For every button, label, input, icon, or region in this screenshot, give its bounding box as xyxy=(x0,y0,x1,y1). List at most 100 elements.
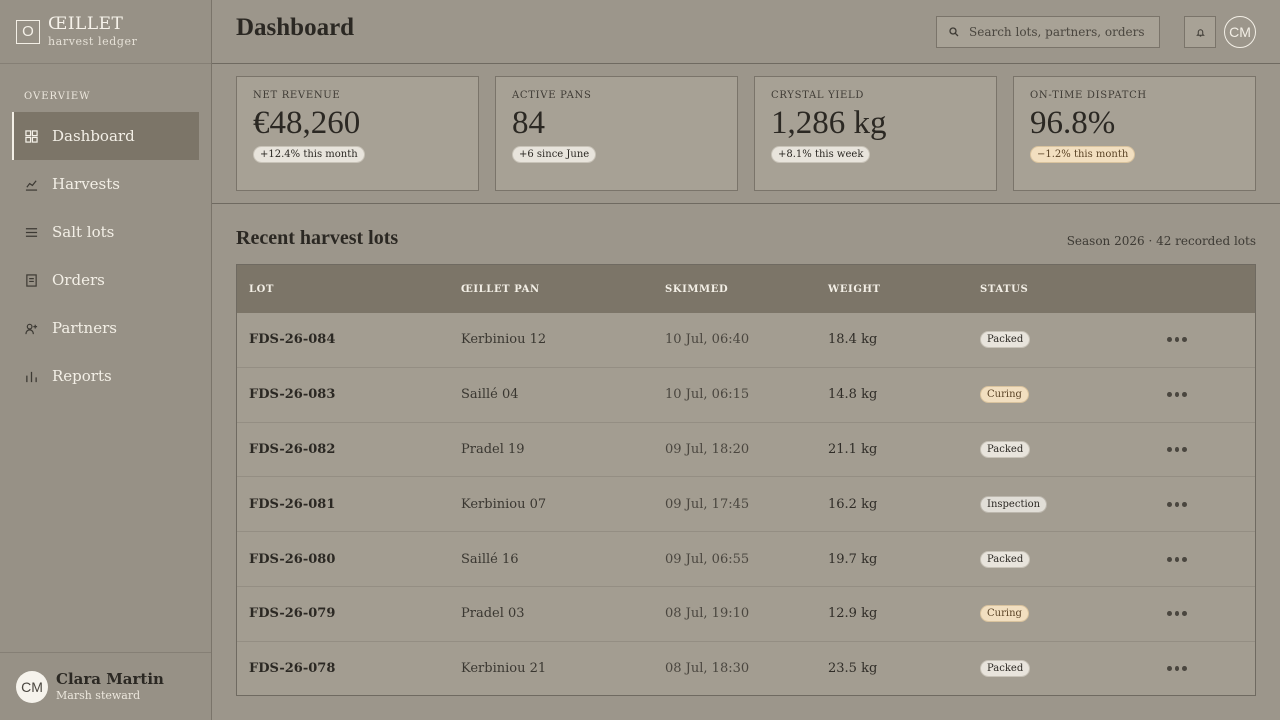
status-badge: Packed xyxy=(980,660,1031,678)
more-options-icon[interactable] xyxy=(1163,388,1191,401)
status-cell: Curing xyxy=(980,605,1163,623)
brand[interactable]: O ŒILLET harvest ledger xyxy=(0,0,211,64)
skimmed-time: 09 Jul, 17:45 xyxy=(665,496,750,512)
kpi-delta-badge: −1.2% this month xyxy=(1030,146,1136,163)
harvest-lots-table: LOT ŒILLET PAN SKIMMED WEIGHT STATUS FDS… xyxy=(236,264,1256,696)
table-row[interactable]: FDS-26-083 Saillé 04 10 Jul, 06:15 14.8 kg C… xyxy=(237,368,1255,423)
pan-name: Kerbiniou 07 xyxy=(461,496,547,512)
sidebar: O ŒILLET harvest ledger OVERVIEW Dashboa… xyxy=(0,0,212,720)
kpi-label: CRYSTAL YIELD xyxy=(771,90,865,101)
lot-id[interactable]: FDS-26-083 xyxy=(237,387,461,402)
pan-name: Saillé 04 xyxy=(461,387,519,403)
weight: 12.9 kg xyxy=(828,606,878,622)
user-role: Marsh steward xyxy=(56,688,141,702)
table-row[interactable]: FDS-26-081 Kerbiniou 07 09 Jul, 17:45 16.2 … xyxy=(237,477,1255,533)
sidebar-item-label: Reports xyxy=(52,367,112,385)
table-row[interactable]: FDS-26-084 Kerbiniou 12 10 Jul, 06:40 18.4 … xyxy=(237,313,1255,368)
weight: 16.2 kg xyxy=(828,496,878,512)
more-options-icon[interactable] xyxy=(1163,553,1191,566)
lot-id[interactable]: FDS-26-084 xyxy=(237,332,461,347)
weight: 23.5 kg xyxy=(828,661,878,677)
weight: 19.7 kg xyxy=(828,551,878,567)
more-options-icon[interactable] xyxy=(1163,662,1191,675)
search-input[interactable] xyxy=(969,25,1149,39)
user-profile[interactable]: CM Clara Martin Marsh steward xyxy=(0,652,211,720)
kpi-card-crystal-yield[interactable]: CRYSTAL YIELD 1,286 kg +8.1% this week xyxy=(754,76,997,191)
lot-id[interactable]: FDS-26-078 xyxy=(237,661,461,676)
kpi-label: NET REVENUE xyxy=(253,90,341,101)
sidebar-nav: Dashboard Harvests Salt lots Orders Part… xyxy=(12,112,199,400)
search-icon xyxy=(949,27,959,37)
status-cell: Packed xyxy=(980,660,1163,678)
notifications-button[interactable] xyxy=(1184,16,1216,48)
kpi-value: 1,286 kg xyxy=(771,105,887,141)
status-cell: Packed xyxy=(980,550,1163,568)
trend-chart-icon xyxy=(24,177,38,191)
table-row[interactable]: FDS-26-082 Pradel 19 09 Jul, 18:20 21.1 kg P… xyxy=(237,423,1255,478)
kpi-card-net-revenue[interactable]: NET REVENUE €48,260 +12.4% this month xyxy=(236,76,479,191)
sidebar-item-label: Harvests xyxy=(52,175,120,193)
column-header-skimmed[interactable]: SKIMMED xyxy=(665,284,828,295)
column-header-pan[interactable]: ŒILLET PAN xyxy=(461,284,665,295)
status-badge: Curing xyxy=(980,605,1029,623)
sidebar-item-orders[interactable]: Orders xyxy=(12,256,199,304)
table-body: FDS-26-084 Kerbiniou 12 10 Jul, 06:40 18.4 … xyxy=(237,313,1255,695)
user-name: Clara Martin xyxy=(56,669,164,688)
sidebar-item-salt-lots[interactable]: Salt lots xyxy=(12,208,199,256)
lot-id[interactable]: FDS-26-080 xyxy=(237,552,461,567)
status-badge: Packed xyxy=(980,440,1031,458)
table-row[interactable]: FDS-26-079 Pradel 03 08 Jul, 19:10 12.9 kg C… xyxy=(237,587,1255,642)
skimmed-time: 09 Jul, 06:55 xyxy=(665,551,750,567)
skimmed-time: 09 Jul, 18:20 xyxy=(665,441,750,457)
status-badge: Curing xyxy=(980,386,1029,404)
column-header-weight[interactable]: WEIGHT xyxy=(828,284,980,295)
more-options-icon[interactable] xyxy=(1163,443,1191,456)
kpi-delta-badge: +12.4% this month xyxy=(253,146,365,163)
kpi-value: 96.8% xyxy=(1030,105,1116,141)
more-options-icon[interactable] xyxy=(1163,607,1191,620)
status-cell: Inspection xyxy=(980,495,1163,513)
pan-name: Saillé 16 xyxy=(461,551,519,567)
status-badge: Inspection xyxy=(980,495,1048,513)
status-cell: Packed xyxy=(980,440,1163,458)
lot-id[interactable]: FDS-26-082 xyxy=(237,442,461,457)
more-options-icon[interactable] xyxy=(1163,498,1191,511)
top-header: Dashboard CM xyxy=(212,0,1280,64)
search-box[interactable] xyxy=(936,16,1160,48)
sidebar-item-partners[interactable]: Partners xyxy=(12,304,199,352)
column-header-status[interactable]: STATUS xyxy=(980,284,1163,295)
more-options-icon[interactable] xyxy=(1163,333,1191,346)
row-actions xyxy=(1163,607,1223,620)
sidebar-item-harvests[interactable]: Harvests xyxy=(12,160,199,208)
section-meta: Season 2026 · 42 recorded lots xyxy=(1066,234,1256,248)
row-actions xyxy=(1163,662,1223,675)
table-row[interactable]: FDS-26-078 Kerbiniou 21 08 Jul, 18:30 23.5 … xyxy=(237,642,1255,695)
row-actions xyxy=(1163,498,1223,511)
pan-name: Kerbiniou 12 xyxy=(461,332,547,348)
nav-section-label: OVERVIEW xyxy=(24,91,91,102)
lot-id[interactable]: FDS-26-079 xyxy=(237,606,461,621)
sidebar-item-reports[interactable]: Reports xyxy=(12,352,199,400)
kpi-label: ACTIVE PANS xyxy=(512,90,592,101)
sidebar-item-label: Salt lots xyxy=(52,223,115,241)
sidebar-item-label: Dashboard xyxy=(52,127,135,145)
row-actions xyxy=(1163,553,1223,566)
kpi-card-active-pans[interactable]: ACTIVE PANS 84 +6 since June xyxy=(495,76,738,191)
lot-id[interactable]: FDS-26-081 xyxy=(237,497,461,512)
table-header: LOT ŒILLET PAN SKIMMED WEIGHT STATUS xyxy=(237,265,1255,313)
header-avatar[interactable]: CM xyxy=(1224,16,1256,48)
kpi-value: 84 xyxy=(512,105,545,141)
weight: 21.1 kg xyxy=(828,441,878,457)
kpi-card-on-time-dispatch[interactable]: ON-TIME DISPATCH 96.8% −1.2% this month xyxy=(1013,76,1256,191)
table-row[interactable]: FDS-26-080 Saillé 16 09 Jul, 06:55 19.7 kg P… xyxy=(237,532,1255,587)
pan-name: Kerbiniou 21 xyxy=(461,661,547,677)
bell-icon xyxy=(1195,28,1205,37)
status-cell: Packed xyxy=(980,331,1163,349)
add-user-icon xyxy=(24,321,38,335)
grid-icon xyxy=(24,129,38,143)
skimmed-time: 10 Jul, 06:15 xyxy=(665,387,750,403)
row-actions xyxy=(1163,388,1223,401)
kpi-label: ON-TIME DISPATCH xyxy=(1030,90,1147,101)
sidebar-item-dashboard[interactable]: Dashboard xyxy=(12,112,199,160)
column-header-lot[interactable]: LOT xyxy=(237,284,461,295)
